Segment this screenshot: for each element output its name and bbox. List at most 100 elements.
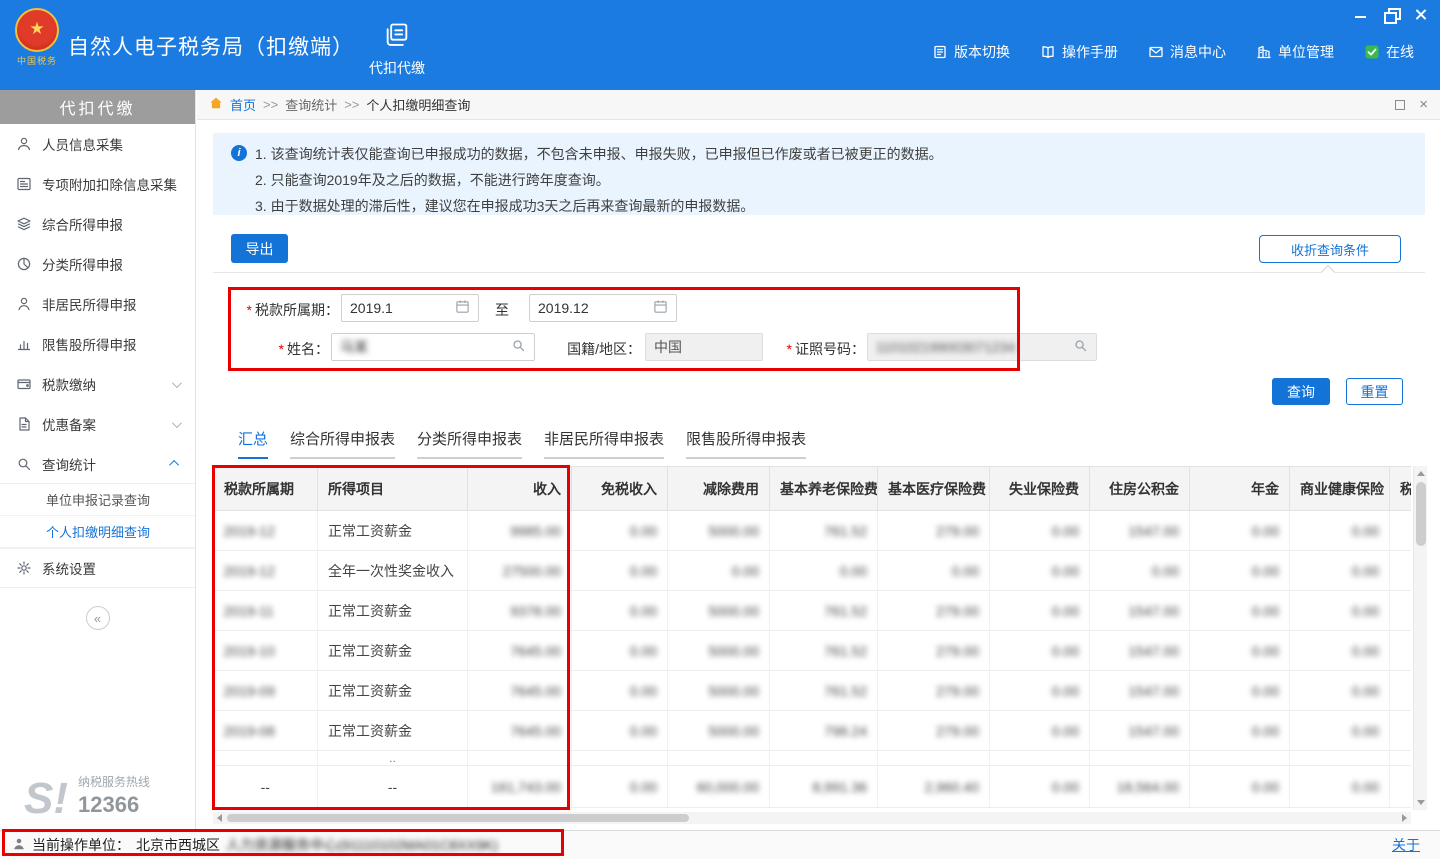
column-header[interactable]: 减除费用 — [668, 467, 770, 511]
panel-maximize-icon[interactable] — [1395, 100, 1405, 110]
search-icon[interactable] — [1073, 338, 1088, 356]
sidebar-item-label: 非居民所得申报 — [42, 294, 137, 314]
module-tab-withholding[interactable]: 代扣代缴 — [352, 13, 442, 85]
window-controls — [1354, 8, 1428, 21]
table-cell: 正常工资薪金 — [318, 711, 468, 751]
table-cell: 正常工资薪金 — [318, 671, 468, 711]
table-cell: 1547.00 — [1090, 511, 1190, 551]
pie-icon — [16, 256, 32, 272]
sidebar-item-personnel-info[interactable]: 人员信息采集 — [0, 124, 195, 164]
scroll-up-icon[interactable] — [1417, 471, 1425, 476]
column-header[interactable]: 年金 — [1190, 467, 1290, 511]
app-logo: 中国税务 — [10, 8, 64, 67]
reset-button[interactable]: 重置 — [1346, 378, 1403, 405]
sidebar-item-special-deduction-info[interactable]: 专项附加扣除信息采集 — [0, 164, 195, 204]
table-cell: 2019-11 — [214, 591, 318, 631]
table-cell: 2019-10 — [214, 631, 318, 671]
nav-version-switch[interactable]: 版本切换 — [932, 42, 1010, 62]
column-header[interactable]: 失业保险费 — [990, 467, 1090, 511]
table-row[interactable]: 2019-10正常工资薪金7645.000.005000.00761.52279… — [214, 631, 1412, 671]
column-header[interactable]: 所得项目 — [318, 467, 468, 511]
table-cell: 5000.00 — [668, 511, 770, 551]
breadcrumb-item[interactable]: 查询统计 — [285, 95, 337, 114]
query-button[interactable]: 查询 — [1272, 378, 1330, 405]
vscroll-thumb[interactable] — [1416, 482, 1426, 546]
table-row[interactable]: 2019-12全年一次性奖金收入27500.000.000.000.000.00… — [214, 551, 1412, 591]
nav-label: 单位管理 — [1278, 42, 1334, 62]
column-header[interactable]: 住房公积金 — [1090, 467, 1190, 511]
export-button[interactable]: 导出 — [231, 234, 288, 263]
tab-0[interactable]: 汇总 — [238, 428, 268, 459]
tab-2[interactable]: 分类所得申报表 — [417, 428, 522, 459]
nav-unit-management[interactable]: 单位管理 — [1256, 42, 1334, 62]
table-cell: 0.00 — [572, 511, 668, 551]
search-icon[interactable] — [511, 338, 526, 356]
gear-icon — [16, 560, 32, 576]
main-content: 首页 >> 查询统计 >> 个人扣缴明细查询 1. 该查询统计表仅能查询已申报成… — [197, 90, 1440, 830]
sidebar-item-label: 税款缴纳 — [42, 374, 96, 394]
column-header[interactable]: 基本养老保险费 — [770, 467, 878, 511]
sidebar-item-classified-income[interactable]: 分类所得申报 — [0, 244, 195, 284]
sidebar-menu: 人员信息采集专项附加扣除信息采集综合所得申报分类所得申报非居民所得申报限售股所得… — [0, 124, 195, 588]
name-input[interactable]: 马某 — [331, 333, 535, 361]
sidebar-item-tax-payment[interactable]: 税款缴纳 — [0, 364, 195, 404]
sidebar-item-system-settings[interactable]: 系统设置 — [0, 548, 195, 588]
sidebar-collapse-button[interactable] — [86, 606, 110, 630]
calendar-icon[interactable] — [455, 299, 470, 317]
sidebar-item-restricted-shares-income[interactable]: 限售股所得申报 — [0, 324, 195, 364]
minimize-button[interactable] — [1354, 8, 1368, 21]
horizontal-scrollbar[interactable] — [213, 812, 1411, 824]
table-row[interactable]: 2019-12正常工资薪金9985.000.005000.00761.52279… — [214, 511, 1412, 551]
tab-1[interactable]: 综合所得申报表 — [290, 428, 395, 459]
table-cell: 0.00 — [572, 671, 668, 711]
table-cell — [1390, 591, 1412, 631]
tax-emblem-icon — [15, 8, 59, 52]
online-check-icon — [1364, 44, 1380, 60]
period-to-input[interactable]: 2019.12 — [529, 294, 677, 322]
column-header[interactable]: 基本医疗保险费 — [878, 467, 990, 511]
breadcrumb-home[interactable]: 首页 — [230, 95, 256, 114]
sidebar-item-nonresident-income[interactable]: 非居民所得申报 — [0, 284, 195, 324]
table-cell: 761.52 — [770, 591, 878, 631]
nav-message-center[interactable]: 消息中心 — [1148, 42, 1226, 62]
tab-4[interactable]: 限售股所得申报表 — [686, 428, 806, 459]
column-header[interactable]: 税款所属期 — [214, 467, 318, 511]
sidebar-item-label: 人员信息采集 — [42, 134, 123, 154]
nationality-input[interactable]: 中国 — [645, 333, 763, 361]
nav-online[interactable]: 在线 — [1364, 42, 1414, 62]
sidebar-item-preferential-filing[interactable]: 优惠备案 — [0, 404, 195, 444]
column-header[interactable]: 免税收入 — [572, 467, 668, 511]
name-label: 姓名： — [255, 339, 329, 359]
restore-button[interactable] — [1384, 8, 1398, 21]
panel-close-icon[interactable] — [1419, 100, 1428, 110]
calendar-icon[interactable] — [653, 299, 668, 317]
period-from-input[interactable]: 2019.1 — [341, 294, 479, 322]
sidebar-subitem-personal-withholding-detail-query[interactable]: 个人扣缴明细查询 — [0, 516, 195, 548]
sidebar-title: 代扣代缴 — [0, 90, 195, 124]
id-number-input[interactable]: 110102199003071234 — [867, 333, 1097, 361]
close-button[interactable] — [1414, 8, 1428, 21]
sidebar-subitem-unit-declare-record-query[interactable]: 单位申报记录查询 — [0, 484, 195, 516]
table-row[interactable]: 2019-11正常工资薪金9378.000.005000.00761.52279… — [214, 591, 1412, 631]
breadcrumb-current: 个人扣缴明细查询 — [366, 95, 470, 114]
table-row[interactable]: 2019-08正常工资薪金7645.000.005000.00798.24279… — [214, 711, 1412, 751]
nav-manual[interactable]: 操作手册 — [1040, 42, 1118, 62]
sidebar-item-comprehensive-income[interactable]: 综合所得申报 — [0, 204, 195, 244]
vertical-scrollbar[interactable] — [1413, 466, 1427, 810]
table-cell: 0.00 — [1190, 511, 1290, 551]
column-header[interactable]: 商业健康保险 — [1290, 467, 1390, 511]
sidebar-item-query-statistics[interactable]: 查询统计 — [0, 444, 195, 484]
column-header[interactable]: 收入 — [468, 467, 572, 511]
hscroll-thumb[interactable] — [227, 814, 689, 822]
table-totals-row[interactable]: ----161,743.000.0060,000.008,991.362,960… — [214, 766, 1412, 808]
collapse-filter-button[interactable]: 收折查询条件 — [1259, 235, 1401, 263]
table-ellipsis-row[interactable]: .. — [214, 751, 1412, 766]
table-row[interactable]: 2019-09正常工资薪金7645.000.005000.00761.52279… — [214, 671, 1412, 711]
column-header[interactable]: 税 — [1390, 467, 1412, 511]
scroll-right-icon[interactable] — [1402, 814, 1407, 822]
scroll-left-icon[interactable] — [217, 814, 222, 822]
about-link[interactable]: 关于 — [1392, 835, 1428, 855]
tab-3[interactable]: 非居民所得申报表 — [544, 428, 664, 459]
scroll-down-icon[interactable] — [1417, 800, 1425, 805]
table-cell: 279.00 — [878, 631, 990, 671]
